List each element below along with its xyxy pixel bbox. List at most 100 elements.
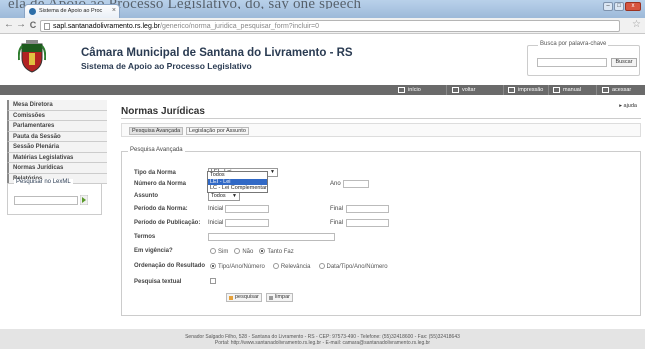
manual-icon <box>553 87 560 93</box>
sidebar-item-materias-legislativas[interactable]: Matérias Legislativas <box>7 152 107 163</box>
page-footer: Senador Salgado Filho, 528 - Santana do … <box>0 329 645 349</box>
chevron-down-icon: ▼ <box>232 193 237 199</box>
tab-pesquisa-avancada[interactable]: Pesquisa Avançada <box>129 127 184 135</box>
forward-arrow-icon[interactable]: → <box>15 19 27 31</box>
keyword-search-box: Busca por palavra-chave Buscar <box>527 41 640 76</box>
search-tabs: Pesquisa Avançada Legislação por Assunto <box>121 123 641 137</box>
menu-label-manual: manual <box>563 87 582 93</box>
menu-label-inicio: início <box>408 87 421 93</box>
pesquisar-button[interactable]: pesquisar <box>226 293 262 302</box>
bookmark-star-icon[interactable]: ☆ <box>632 19 641 31</box>
ordenacao-option-relevancia[interactable]: Relevância <box>272 263 311 270</box>
back-icon <box>452 87 459 93</box>
vigencia-option-label: Tanto Faz <box>267 249 294 255</box>
menu-separator <box>596 85 597 95</box>
tab-legislacao-por-assunto[interactable]: Legislação por Assunto <box>186 127 249 135</box>
assunto-label: Assunto <box>134 193 158 199</box>
periodo-norma-final-label: Final <box>330 206 344 212</box>
tipo-norma-option-lc[interactable]: LC - Lei Complementar <box>208 185 267 192</box>
termos-label: Termos <box>134 234 156 240</box>
coat-of-arms-logo[interactable] <box>18 40 46 74</box>
help-link[interactable]: ▸ ajuda <box>619 103 637 109</box>
limpar-label: limpar <box>275 294 290 300</box>
reload-icon[interactable]: C <box>27 19 39 31</box>
ordenacao-option-label: Data/Tipo/Ano/Número <box>326 264 388 270</box>
assunto-select[interactable]: Todos ▼ <box>208 192 240 201</box>
favicon-icon <box>29 8 36 15</box>
radio-button-checked[interactable] <box>210 263 216 269</box>
tipo-norma-dropdown-list: Todos LEI - Lei LC - Lei Complementar <box>207 171 268 193</box>
footer-contact: Portal: http://www.santanadolivramento.r… <box>214 340 431 346</box>
top-menu-bar: início voltar impressão manual acessar <box>0 85 645 95</box>
vigencia-option-nao[interactable]: Não <box>234 248 253 255</box>
site-subtitle: Sistema de Apoio ao Processo Legislativo <box>81 61 252 71</box>
back-arrow-icon[interactable]: ← <box>3 19 15 31</box>
menu-item-inicio[interactable]: início <box>398 85 421 95</box>
url-path: /generico/norma_juridica_pesquisar_form?… <box>160 23 319 30</box>
menu-item-voltar[interactable]: voltar <box>452 85 475 95</box>
sidebar-item-pauta-sessao[interactable]: Pauta da Sessão <box>7 131 107 142</box>
window-controls: – □ x <box>602 2 641 11</box>
periodo-publicacao-inicial-input[interactable] <box>225 219 269 227</box>
periodo-publicacao-label: Período de Publicação: <box>134 220 201 226</box>
numero-norma-label: Número da Norma <box>134 181 187 187</box>
home-icon <box>398 87 405 93</box>
radio-button[interactable] <box>210 248 216 254</box>
radio-button-checked[interactable] <box>259 248 266 254</box>
lexml-search-input[interactable] <box>14 196 78 205</box>
periodo-norma-final-input[interactable] <box>346 205 389 213</box>
tipo-norma-label: Tipo da Norma <box>134 170 176 176</box>
periodo-publicacao-final-label: Final <box>330 220 344 226</box>
lexml-go-arrow-icon[interactable] <box>80 195 88 205</box>
limpar-button[interactable]: limpar <box>266 293 293 302</box>
menu-separator <box>548 85 549 95</box>
address-bar[interactable]: sapl.santanadolivramento.rs.leg.br/gener… <box>40 20 620 32</box>
radio-button[interactable] <box>234 248 241 254</box>
ordenacao-option-data[interactable]: Data/Tipo/Ano/Número <box>318 263 388 270</box>
vigencia-option-label: Sim <box>218 249 229 255</box>
menu-item-impressao[interactable]: impressão <box>508 85 543 95</box>
termos-input[interactable] <box>208 233 335 241</box>
vigencia-label: Em vigência? <box>134 248 173 254</box>
menu-label-impressao: impressão <box>518 87 544 93</box>
vigencia-option-label: Não <box>242 249 254 255</box>
minimize-button[interactable]: – <box>603 2 613 11</box>
ano-input[interactable] <box>343 180 369 188</box>
sidebar-item-parlamentares[interactable]: Parlamentares <box>7 121 107 132</box>
menu-separator <box>503 85 504 95</box>
browser-titlebar: ela de Apoio ao Processo Legislativo, do… <box>0 0 645 18</box>
search-arrow-icon <box>229 296 233 300</box>
menu-item-acessar[interactable]: acessar <box>602 85 631 95</box>
keyword-search-button[interactable]: Buscar <box>611 58 637 67</box>
sidebar: Mesa Diretora Comissões Parlamentares Pa… <box>7 100 107 184</box>
page-icon <box>44 23 50 30</box>
pesquisa-textual-label: Pesquisa textual <box>134 279 182 285</box>
ordenacao-option-tipo-ano-numero[interactable]: Tipo/Ano/Número <box>210 263 265 270</box>
periodo-publicacao-final-input[interactable] <box>346 219 389 227</box>
maximize-button[interactable]: □ <box>614 2 624 11</box>
ordenacao-option-label: Relevância <box>280 264 311 270</box>
keyword-search-legend: Busca por palavra-chave <box>538 41 609 47</box>
sidebar-item-mesa-diretora[interactable]: Mesa Diretora <box>7 100 107 111</box>
lexml-search-box: Pesquisar no LexML <box>7 179 102 215</box>
ordenacao-option-label: Tipo/Ano/Número <box>218 264 265 270</box>
pesquisa-textual-checkbox[interactable] <box>210 278 216 284</box>
vigencia-option-tanto-faz[interactable]: Tanto Faz <box>259 248 294 255</box>
radio-button[interactable] <box>272 263 279 269</box>
form-legend: Pesquisa Avançada <box>128 147 185 153</box>
keyword-search-input[interactable] <box>537 58 607 67</box>
main-content: Normas Jurídicas ▸ ajuda Pesquisa Avança… <box>121 100 641 322</box>
periodo-norma-inicial-input[interactable] <box>225 205 269 213</box>
radio-button[interactable] <box>318 263 325 269</box>
page-title: Normas Jurídicas <box>121 106 205 117</box>
sidebar-item-normas-juridicas[interactable]: Normas Jurídicas <box>7 163 107 174</box>
tab-close-icon[interactable]: × <box>112 7 116 14</box>
periodo-publicacao-inicial-label: Inicial <box>208 220 224 226</box>
vigencia-radio-group: Sim Não Tanto Faz <box>210 248 300 255</box>
window-close-button[interactable]: x <box>625 2 641 11</box>
sidebar-item-comissoes[interactable]: Comissões <box>7 110 107 121</box>
vigencia-option-sim[interactable]: Sim <box>210 248 228 255</box>
browser-tab[interactable]: Sistema de Apoio ao Proc × <box>24 4 120 18</box>
sidebar-item-sessao-plenaria[interactable]: Sessão Plenária <box>7 142 107 153</box>
menu-item-manual[interactable]: manual <box>553 85 581 95</box>
